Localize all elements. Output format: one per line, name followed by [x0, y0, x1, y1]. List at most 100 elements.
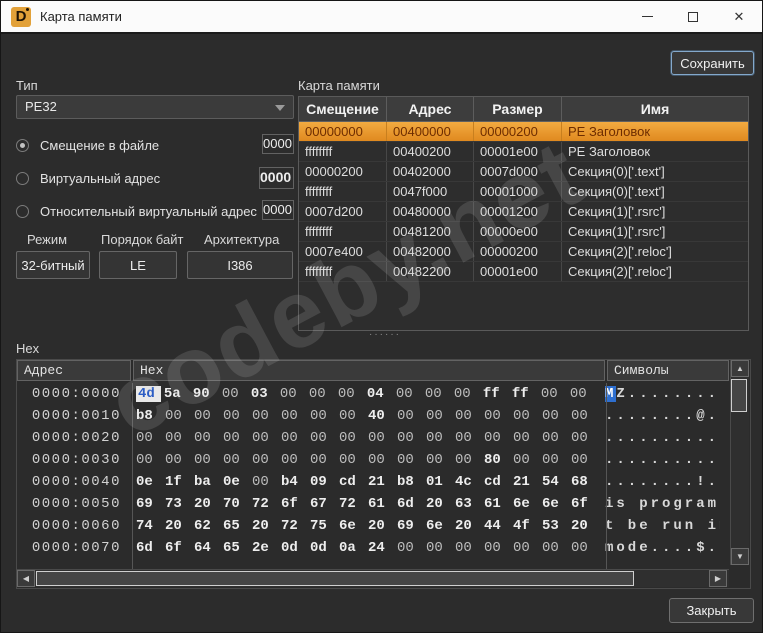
hex-byte[interactable]: 00 — [165, 452, 194, 468]
memory-map-row[interactable]: 0007e4000048200000000200Секция(2)['.relo… — [299, 242, 748, 262]
hex-byte[interactable]: 00 — [455, 540, 484, 556]
memory-map-row[interactable]: ffffffff0047f00000001000Секция(0)['.text… — [299, 182, 748, 202]
hex-byte[interactable]: 6f — [571, 496, 600, 512]
hex-byte[interactable]: 20 — [426, 496, 455, 512]
radio-option[interactable]: Смещение в файле — [16, 135, 159, 155]
hex-byte[interactable]: 00 — [426, 408, 455, 424]
hex-byte[interactable]: 00 — [281, 452, 310, 468]
hex-byte[interactable]: 62 — [194, 518, 223, 534]
hex-byte[interactable]: 00 — [194, 408, 223, 424]
hex-byte[interactable]: 00 — [280, 386, 309, 402]
hex-byte[interactable]: 6e — [542, 496, 571, 512]
hex-byte[interactable]: 72 — [281, 518, 310, 534]
hex-byte[interactable]: 65 — [223, 518, 252, 534]
hex-byte[interactable]: 65 — [223, 540, 252, 556]
hex-byte[interactable]: 00 — [454, 386, 483, 402]
hex-byte[interactable]: 00 — [455, 408, 484, 424]
radio-option[interactable]: Виртуальный адрес — [16, 168, 160, 188]
hex-byte[interactable]: 00 — [455, 430, 484, 446]
hex-byte[interactable]: 00 — [252, 474, 281, 490]
hex-byte[interactable]: 00 — [339, 452, 368, 468]
hex-byte[interactable]: 0e — [136, 474, 165, 490]
hex-byte[interactable]: 6d — [136, 540, 165, 556]
hex-byte[interactable]: 00 — [368, 452, 397, 468]
hex-byte[interactable]: 00 — [571, 452, 600, 468]
hex-byte[interactable]: 00 — [484, 408, 513, 424]
hex-byte[interactable]: 00 — [397, 408, 426, 424]
hex-byte[interactable]: 0d — [281, 540, 310, 556]
hex-byte[interactable]: 0e — [223, 474, 252, 490]
hex-byte[interactable]: 00 — [513, 452, 542, 468]
hex-byte[interactable]: 4d — [136, 386, 161, 402]
hex-byte[interactable]: b4 — [281, 474, 310, 490]
hex-byte[interactable]: 21 — [513, 474, 542, 490]
hex-byte[interactable]: ff — [483, 386, 512, 402]
address-value-field[interactable]: 0000 — [259, 167, 294, 189]
hex-byte[interactable]: 00 — [426, 430, 455, 446]
hex-byte[interactable]: 00 — [309, 386, 338, 402]
hex-byte[interactable]: 20 — [368, 518, 397, 534]
hex-byte[interactable]: 00 — [136, 430, 165, 446]
hex-byte[interactable]: 04 — [367, 386, 396, 402]
splitter-handle[interactable]: ······ — [369, 329, 401, 340]
hex-byte[interactable]: 6d — [397, 496, 426, 512]
vertical-scrollbar[interactable]: ▲ ▼ — [730, 360, 749, 565]
hex-byte[interactable]: 6f — [281, 496, 310, 512]
hex-byte[interactable]: 00 — [425, 386, 454, 402]
hex-byte[interactable]: 00 — [223, 430, 252, 446]
hex-row[interactable]: 0000:00004d5a90000300000004000000ffff000… — [17, 383, 729, 405]
hex-byte[interactable]: 00 — [397, 430, 426, 446]
hex-byte[interactable]: 00 — [541, 386, 570, 402]
hex-byte[interactable]: 54 — [542, 474, 571, 490]
hex-row[interactable]: 0000:0060742062652072756e20696e20444f532… — [17, 515, 729, 537]
hex-byte[interactable]: 20 — [252, 518, 281, 534]
hex-byte[interactable]: 00 — [252, 408, 281, 424]
hex-byte[interactable]: 73 — [165, 496, 194, 512]
hex-byte[interactable]: 00 — [310, 430, 339, 446]
hex-byte[interactable]: 53 — [542, 518, 571, 534]
column-header[interactable]: Имя — [562, 97, 748, 121]
address-value-field[interactable]: 0000 — [262, 134, 294, 154]
scroll-right-button[interactable]: ▶ — [709, 570, 727, 587]
hex-byte[interactable]: 00 — [571, 430, 600, 446]
hex-byte[interactable]: 74 — [136, 518, 165, 534]
hex-byte[interactable]: 1f — [165, 474, 194, 490]
hex-byte[interactable]: 00 — [484, 430, 513, 446]
scroll-left-button[interactable]: ◀ — [17, 570, 35, 587]
hex-byte[interactable]: 00 — [223, 408, 252, 424]
column-header[interactable]: Адрес — [387, 97, 474, 121]
hex-byte[interactable]: 00 — [338, 386, 367, 402]
hex-address-header[interactable]: Адрес — [17, 360, 131, 381]
hex-byte[interactable]: b8 — [397, 474, 426, 490]
hex-byte[interactable]: 00 — [542, 430, 571, 446]
hex-byte[interactable]: 20 — [455, 518, 484, 534]
hex-row[interactable]: 0000:005069732070726f6772616d2063616e6e6… — [17, 493, 729, 515]
hex-byte[interactable]: 64 — [194, 540, 223, 556]
hex-byte[interactable]: cd — [339, 474, 368, 490]
hex-byte[interactable]: 6e — [339, 518, 368, 534]
hex-byte[interactable]: 24 — [368, 540, 397, 556]
scroll-up-button[interactable]: ▲ — [731, 360, 749, 377]
address-value-field[interactable]: 0000 — [262, 200, 294, 220]
hex-byte[interactable]: 00 — [513, 430, 542, 446]
hex-symbols-header[interactable]: Символы — [607, 360, 729, 381]
hex-byte[interactable]: 70 — [223, 496, 252, 512]
memory-map-row[interactable]: ffffffff0048220000001e00Секция(2)['.relo… — [299, 262, 748, 282]
hex-byte[interactable]: 20 — [571, 518, 600, 534]
hex-byte[interactable]: 00 — [310, 408, 339, 424]
vertical-scroll-thumb[interactable] — [731, 379, 747, 412]
hex-body[interactable]: 0000:00004d5a90000300000004000000ffff000… — [17, 383, 729, 570]
hex-byte[interactable]: 00 — [571, 408, 600, 424]
radio-icon[interactable] — [16, 205, 29, 218]
hex-byte[interactable]: 00 — [281, 430, 310, 446]
hex-byte[interactable]: 00 — [426, 452, 455, 468]
hex-row[interactable]: 0000:00200000000000000000000000000000000… — [17, 427, 729, 449]
memory-map-row[interactable]: ffffffff0040020000001e00PE Заголовок — [299, 142, 748, 162]
hex-byte[interactable]: 00 — [194, 452, 223, 468]
hex-byte[interactable]: cd — [484, 474, 513, 490]
hex-byte[interactable]: 00 — [339, 430, 368, 446]
horizontal-scrollbar[interactable]: ◀ ▶ — [17, 569, 729, 587]
hex-byte[interactable]: 00 — [310, 452, 339, 468]
hex-byte[interactable]: 6e — [513, 496, 542, 512]
hex-byte[interactable]: 00 — [194, 430, 223, 446]
